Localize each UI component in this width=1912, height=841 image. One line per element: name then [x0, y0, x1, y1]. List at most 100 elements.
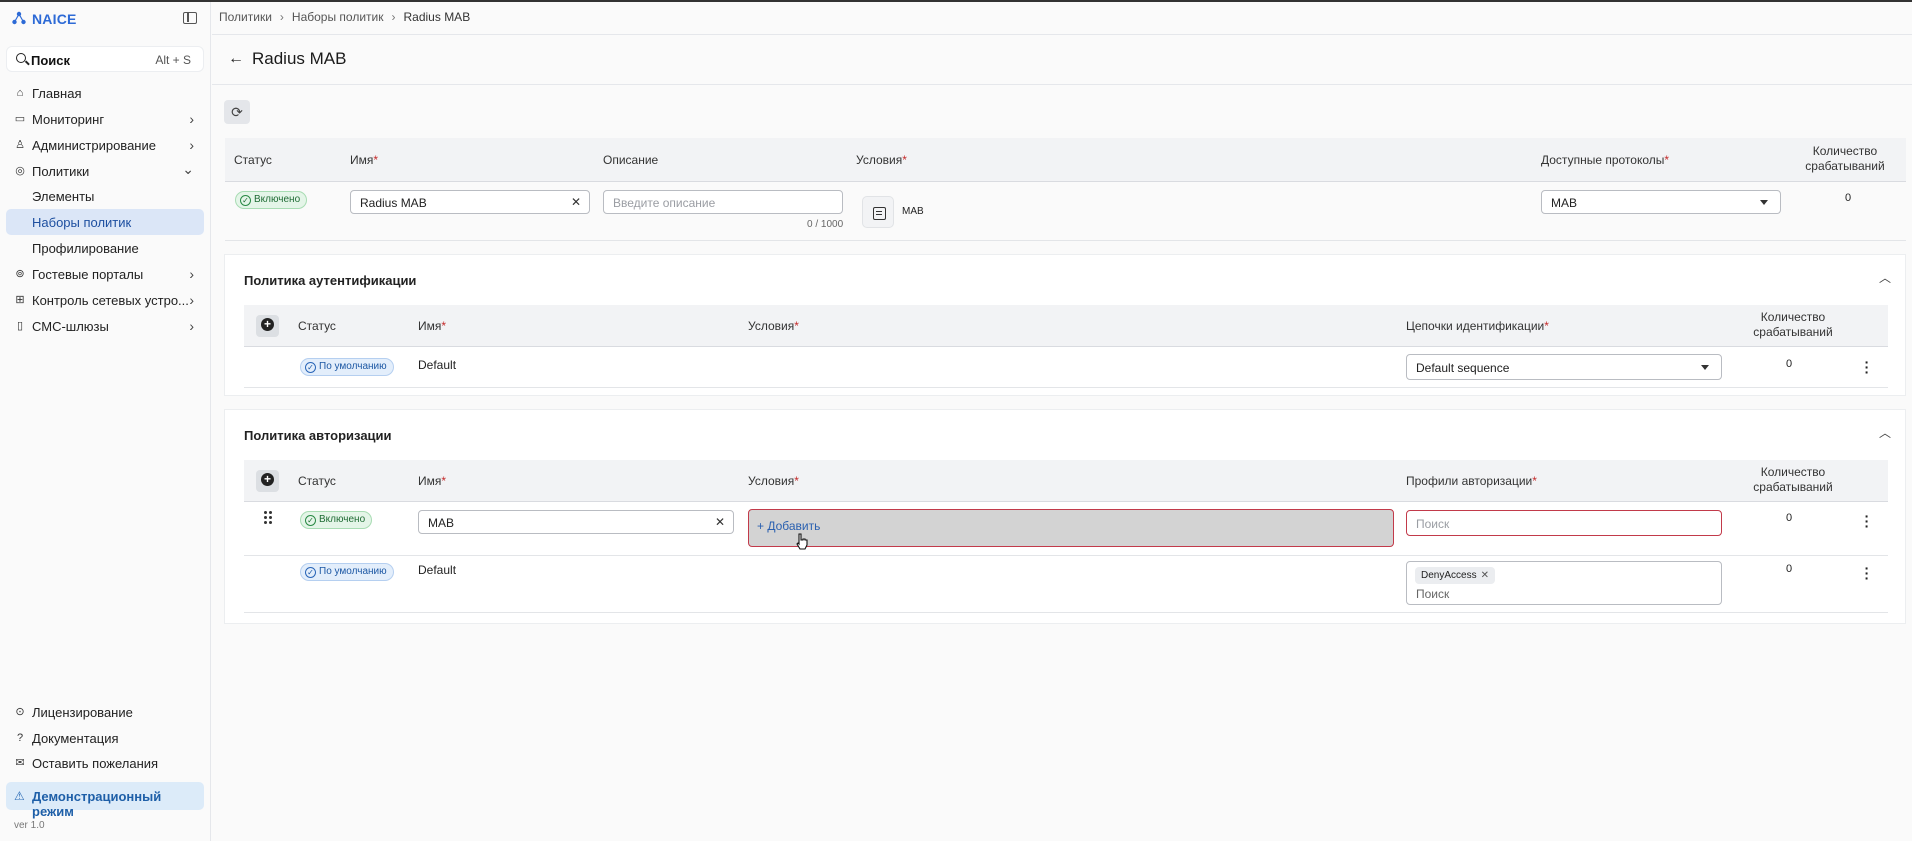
remove-tag-icon[interactable]: ✕: [1481, 570, 1489, 581]
condition-value: MAB: [902, 206, 924, 217]
license-icon: ⊙: [15, 706, 25, 718]
plus-icon: +: [757, 519, 768, 533]
sidebar-item-label: Лицензирование: [32, 705, 133, 720]
identity-chain-select[interactable]: Default sequence: [1406, 354, 1722, 380]
user-icon: ♙: [15, 139, 25, 151]
chevron-up-icon[interactable]: ︿: [1879, 424, 1891, 441]
hits-value: 0: [1786, 358, 1793, 370]
sidebar-item-policy-sets[interactable]: Наборы политик: [6, 209, 204, 235]
drag-handle-icon[interactable]: [264, 511, 274, 525]
sidebar-item-label: Профилирование: [32, 241, 139, 256]
divider: [212, 34, 1912, 35]
sidebar-item-home[interactable]: ⌂ Главная: [6, 80, 204, 106]
breadcrumb-policies[interactable]: Политики: [219, 10, 272, 24]
sidebar-item-label: Мониторинг: [32, 112, 105, 127]
description-field[interactable]: Введите описание: [603, 190, 843, 214]
more-options-icon[interactable]: · · ·: [1864, 509, 1870, 533]
description-placeholder: Введите описание: [613, 196, 716, 210]
sms-icon: ▯: [16, 320, 24, 332]
sidebar-item-profiling[interactable]: Профилирование: [6, 235, 204, 261]
sidebar-item-feedback[interactable]: ✉ Оставить пожелания: [6, 750, 204, 776]
protocol-select[interactable]: MAB: [1541, 190, 1781, 214]
protocol-value: MAB: [1551, 196, 1578, 210]
sidebar-item-guest-portals[interactable]: ⊚ Гостевые порталы ›: [6, 261, 204, 287]
breadcrumb: Политики › Наборы политик › Radius MAB: [219, 10, 470, 30]
auth-profile-multiselect[interactable]: DenyAccess ✕ Поиск: [1406, 561, 1722, 605]
sidebar-item-documentation[interactable]: ? Документация: [6, 725, 204, 751]
chevron-right-icon: ›: [189, 266, 194, 282]
sidebar-collapse-icon[interactable]: [183, 12, 197, 24]
logo-row: NAICE: [0, 2, 211, 34]
sidebar-item-network-devices[interactable]: ⊞ Контроль сетевых устро... ›: [6, 287, 204, 313]
col-description: Описание: [603, 153, 659, 167]
clear-icon[interactable]: ✕: [571, 195, 581, 209]
chevron-right-icon: ›: [189, 318, 194, 334]
col-name: Имя*: [350, 153, 379, 167]
col-hits: Количество срабатываний: [1805, 144, 1885, 173]
col-name: Имя*: [418, 319, 447, 333]
dropdown-arrow-icon: [1701, 365, 1709, 370]
sidebar-item-licensing[interactable]: ⊙ Лицензирование: [6, 699, 204, 725]
home-icon: ⌂: [16, 87, 24, 99]
rule-name: Default: [418, 358, 457, 372]
chevron-right-icon: ›: [189, 292, 194, 308]
auth-profile-placeholder: Поиск: [1416, 587, 1450, 601]
shield-check-icon: ◎: [15, 165, 25, 177]
chevron-up-icon[interactable]: ︿: [1879, 269, 1891, 286]
col-hits: Количество срабатываний: [1753, 465, 1833, 494]
add-condition-button[interactable]: + Добавить: [748, 509, 1394, 547]
add-rule-button[interactable]: [256, 315, 279, 337]
auth-profile-search[interactable]: Поиск: [1406, 510, 1722, 536]
authz-policy-title: Политика авторизации: [244, 428, 392, 443]
more-options-icon[interactable]: · · ·: [1864, 561, 1870, 585]
policy-set-row: ✓ Включено Radius MAB ✕ Введите описание …: [225, 183, 1906, 241]
portal-icon: ⊚: [15, 268, 25, 280]
hits-value: 0: [1845, 192, 1852, 204]
status-text: По умолчанию: [319, 361, 387, 372]
sidebar-item-policies[interactable]: ◎ Политики ⌄: [6, 158, 204, 184]
status-text: Включено: [319, 514, 366, 525]
col-name: Имя*: [418, 474, 447, 488]
more-options-icon[interactable]: · · ·: [1864, 355, 1870, 379]
sidebar-item-elements[interactable]: Элементы: [6, 183, 204, 209]
sidebar-item-administration[interactable]: ♙ Администрирование ›: [6, 132, 204, 158]
sidebar-item-label: Политики: [32, 164, 90, 179]
profile-tag-text: DenyAccess: [1421, 570, 1477, 581]
sidebar-item-monitoring[interactable]: ▭ Мониторинг ›: [6, 106, 204, 132]
demo-mode-banner[interactable]: ⚠ Демонстрационный режим: [6, 782, 204, 819]
status-badge[interactable]: ✓ Включено: [235, 191, 308, 209]
auth-policy-card: Политика аутентификации ︿ Статус Имя* Ус…: [224, 254, 1906, 396]
condition-list-icon[interactable]: [862, 196, 894, 228]
search-button[interactable]: Поиск Alt + S: [6, 46, 204, 72]
status-text: Включено: [254, 194, 301, 205]
status-badge[interactable]: ✓ Включено: [300, 511, 373, 529]
hits-value: 0: [1786, 563, 1793, 575]
col-conditions: Условия*: [856, 153, 907, 167]
dropdown-arrow-icon: [1760, 200, 1768, 205]
identity-chain-value: Default sequence: [1416, 361, 1510, 375]
status-badge[interactable]: ✓ По умолчанию: [300, 358, 394, 376]
search-shortcut: Alt + S: [155, 53, 191, 67]
help-icon: ?: [16, 732, 24, 744]
refresh-button[interactable]: ⟳: [224, 100, 250, 124]
col-status: Статус: [298, 474, 336, 488]
hits-value: 0: [1786, 512, 1793, 524]
page-title: Radius MAB: [252, 49, 347, 68]
status-badge[interactable]: ✓ По умолчанию: [300, 563, 394, 581]
network-icon: ⊞: [15, 294, 25, 306]
rule-name-field[interactable]: MAB ✕: [418, 510, 734, 534]
clear-icon[interactable]: ✕: [715, 515, 725, 529]
name-field[interactable]: Radius MAB ✕: [350, 190, 590, 214]
col-status: Статус: [234, 153, 272, 167]
authz-table-header: Статус Имя* Условия* Профили авторизации…: [244, 460, 1888, 502]
add-rule-button[interactable]: [256, 470, 279, 492]
name-value: Radius MAB: [360, 196, 427, 210]
sidebar-item-sms-gateways[interactable]: ▯ СМС-шлюзы ›: [6, 313, 204, 339]
col-chains-text: Цепочки идентификации: [1406, 319, 1545, 333]
auth-policy-title: Политика аутентификации: [244, 273, 417, 288]
breadcrumb-policy-sets[interactable]: Наборы политик: [292, 10, 384, 24]
warning-icon: ⚠: [14, 789, 25, 803]
col-auth-profiles: Профили авторизации*: [1406, 474, 1537, 488]
back-arrow-icon[interactable]: ←: [228, 50, 244, 68]
check-circle-icon: ✓: [240, 195, 251, 206]
